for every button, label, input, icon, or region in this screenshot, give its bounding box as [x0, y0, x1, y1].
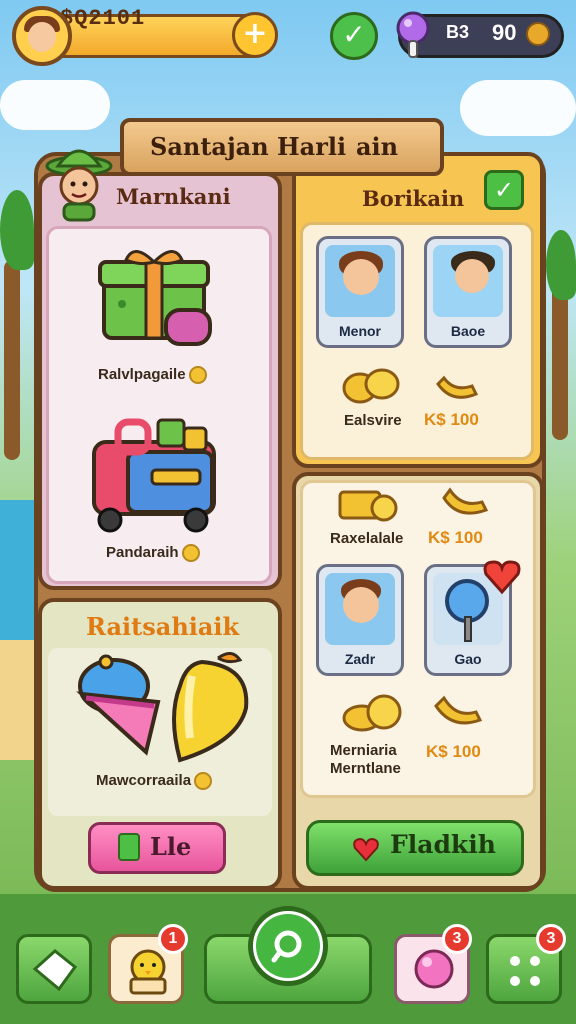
page-title-tail: ain	[356, 132, 399, 161]
item-label: Raxelalale	[330, 530, 404, 547]
menu-dots-icon	[510, 956, 540, 986]
toy-cart-icon[interactable]	[88, 412, 220, 536]
cloud	[0, 80, 110, 130]
spinning-top-icon[interactable]	[74, 644, 166, 764]
banana-icon	[442, 487, 489, 515]
card-scene	[433, 245, 503, 317]
cloud	[460, 80, 576, 136]
check-icon[interactable]: ✓	[330, 12, 378, 60]
golden-bell-icon[interactable]	[162, 646, 258, 766]
left-bottom-header: Raitsahiaik	[86, 612, 240, 641]
chick-icon	[129, 949, 167, 995]
face	[343, 587, 379, 623]
palm-tree	[4, 260, 20, 460]
face	[343, 259, 379, 295]
price-label: K$ 100	[424, 410, 479, 429]
heart-badge-icon	[483, 560, 521, 595]
price-label: K$ 100	[426, 742, 481, 761]
back-arrow-icon	[32, 949, 78, 992]
face	[455, 259, 489, 293]
player-avatar[interactable]	[12, 6, 72, 66]
character-card[interactable]: Baoe	[424, 236, 512, 348]
palm-tree	[552, 280, 568, 440]
item-label: Merniaria Merntlane	[330, 742, 401, 777]
like-button-label: Lle	[150, 832, 192, 861]
gold-coins-icon	[342, 694, 402, 732]
coin-icon	[181, 544, 200, 563]
banana-icon	[434, 695, 483, 725]
explorer-character-icon	[45, 149, 113, 222]
gem-label: B3	[446, 22, 470, 42]
notification-badge: 3	[536, 924, 566, 954]
notification-badge: 1	[158, 924, 188, 954]
banana-icon	[436, 375, 479, 399]
avatar-face	[28, 22, 56, 52]
lollipop-icon	[396, 11, 430, 58]
gold-bars-icon	[338, 490, 398, 522]
item-label: Ralvlpagaile	[98, 366, 207, 385]
card-scene	[325, 573, 395, 645]
card-label: Zadr	[344, 651, 376, 667]
item-label: Mawcorraaila	[96, 772, 213, 791]
palm-leaf	[0, 190, 34, 270]
coin-value: $Q2101	[60, 6, 146, 31]
nav-back-button[interactable]	[16, 934, 92, 1004]
palm-leaf	[546, 230, 576, 300]
add-coins-button[interactable]: +	[232, 12, 278, 58]
favorite-button-label: Fladkih	[390, 830, 496, 859]
notification-badge: 3	[442, 924, 472, 954]
item-label: Pandaraih	[106, 544, 200, 563]
gem-value: 90	[492, 20, 517, 45]
check-icon[interactable]: ✓	[484, 170, 524, 210]
coin-icon	[526, 22, 550, 46]
card-scene	[325, 245, 395, 317]
price-label: K$ 100	[428, 528, 483, 547]
coin-icon	[188, 366, 207, 385]
item-label: Ealsvire	[344, 412, 402, 429]
right-top-header: Borikain	[362, 186, 465, 211]
left-top-header: Marnkani	[116, 184, 231, 209]
character-card[interactable]: Zadr	[316, 564, 404, 676]
coin-icon	[194, 772, 213, 791]
card-label: Gao	[454, 651, 482, 667]
card-label: Menor	[339, 323, 381, 339]
search-icon	[271, 930, 302, 963]
bin-icon	[118, 833, 140, 861]
heart-icon	[353, 837, 379, 862]
gift-box-icon[interactable]	[96, 244, 220, 352]
card-label: Baoe	[450, 323, 486, 339]
page-title: Santajan Harli	[150, 132, 347, 161]
gold-coins-icon	[342, 368, 400, 404]
character-card[interactable]: Menor	[316, 236, 404, 348]
